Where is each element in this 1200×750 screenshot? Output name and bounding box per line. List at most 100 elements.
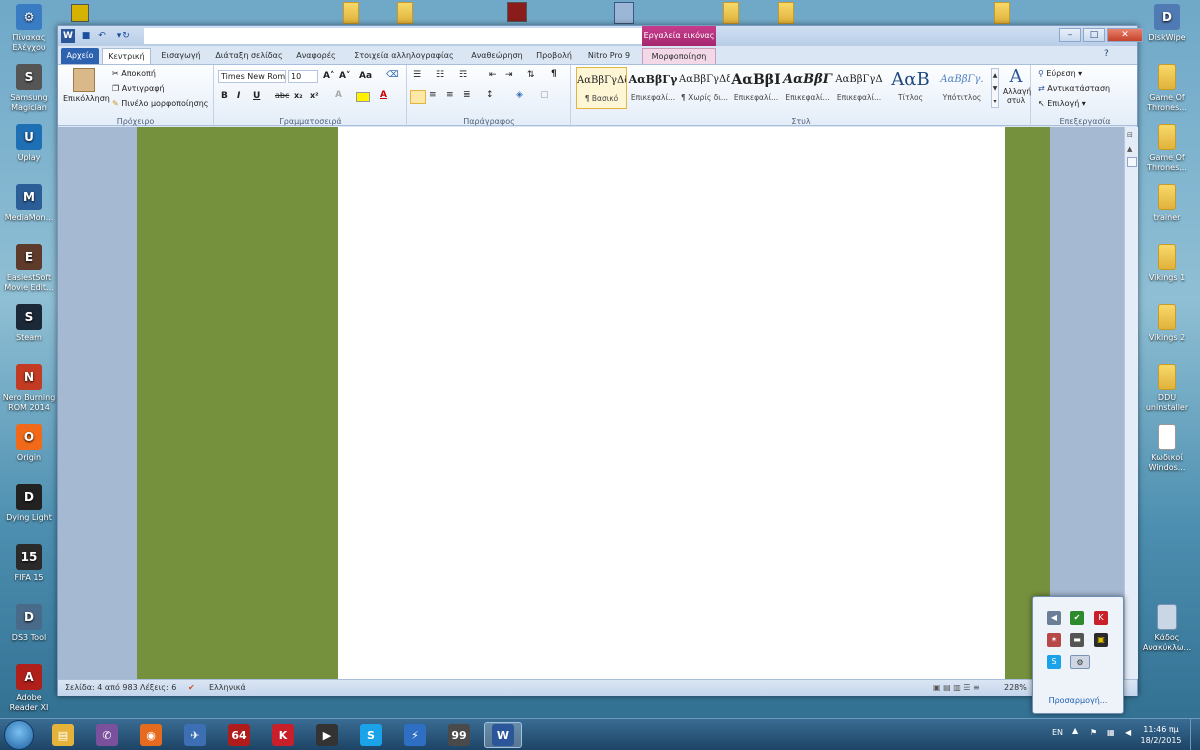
style-item-3[interactable]: ΑαΒβΙ Επικεφαλί... — [731, 67, 782, 109]
paste-button[interactable]: Επικόλληση — [63, 94, 110, 103]
word-logo-icon[interactable]: W — [61, 29, 75, 43]
close-button[interactable]: ✕ — [1107, 28, 1143, 42]
help-icon[interactable]: ? — [1104, 49, 1109, 59]
shading-icon[interactable]: ◈ — [516, 90, 523, 100]
replace-button[interactable]: ⇄ Αντικατάσταση — [1038, 84, 1110, 93]
language-indicator[interactable]: Ελληνικά — [209, 683, 246, 692]
desktop-icon-left-3[interactable]: M MediaMon... — [0, 184, 58, 223]
page-count[interactable]: Σελίδα: 4 από 983 — [65, 683, 138, 692]
taskbar-explorer[interactable]: ▤ — [44, 722, 82, 748]
customize-link[interactable]: Προσαρμογή... — [1033, 696, 1123, 705]
minimize-button[interactable]: – — [1059, 28, 1081, 42]
desktop-app-top-99[interactable] — [71, 4, 89, 22]
desktop-icon-left-7[interactable]: O Origin — [0, 424, 58, 463]
desktop-icon-right-4[interactable]: Vikings 1 — [1138, 244, 1196, 283]
select-button[interactable]: ↖ Επιλογή ▾ — [1038, 99, 1086, 108]
highlight-icon[interactable] — [356, 92, 370, 102]
scroll-thumb[interactable] — [1127, 157, 1137, 167]
undo-icon[interactable]: ↶ — [95, 29, 109, 43]
desktop-icon-right-5[interactable]: Vikings 2 — [1138, 304, 1196, 343]
sort-icon[interactable]: ⇅ — [527, 70, 535, 80]
desktop-icon-left-0[interactable]: ⚙ Πίνακας Ελέγχου — [0, 4, 58, 53]
desktop-folder-top-5[interactable] — [994, 2, 1010, 24]
style-item-2[interactable]: ΑαΒβΓγΔδ ¶ Χωρίς δι... — [679, 67, 730, 109]
decrease-indent-icon[interactable]: ⇤ — [489, 70, 497, 80]
increase-indent-icon[interactable]: ⇥ — [505, 70, 513, 80]
style-item-7[interactable]: ΑαΒβΓγ. Υπότιτλος — [937, 67, 988, 109]
change-case-button[interactable]: Aa — [359, 71, 372, 81]
tab-format[interactable]: Μορφοποίηση — [642, 48, 716, 64]
format-painter-button[interactable]: ✎ Πινέλο μορφοποίησης — [112, 99, 209, 108]
scroll-up-icon[interactable]: ▲ — [1127, 145, 1132, 153]
align-center-icon[interactable]: ≡ — [429, 90, 437, 100]
desktop-icon-right-2[interactable]: Game Of Thrones... — [1138, 124, 1196, 173]
underline-button[interactable]: U — [253, 91, 260, 101]
shrink-font-button[interactable]: A˅ — [339, 71, 350, 81]
desktop-icon-left-2[interactable]: U Uplay — [0, 124, 58, 163]
desktop-folder-top-3[interactable] — [723, 2, 739, 24]
taskbar-firefox[interactable]: ◉ — [132, 722, 170, 748]
tab-review[interactable]: Αναθεώρηση — [465, 48, 529, 64]
justify-icon[interactable]: ≣ — [463, 90, 471, 100]
taskbar-app-plane[interactable]: ✈ — [176, 722, 214, 748]
subscript-button[interactable]: x₂ — [294, 91, 303, 100]
desktop-folder-top-1[interactable] — [343, 2, 359, 24]
tab-nitro[interactable]: Nitro Pro 9 — [579, 48, 639, 64]
taskbar-monitor-app[interactable]: 99 — [440, 722, 478, 748]
taskbar-video-editor[interactable]: ▶ — [308, 722, 346, 748]
change-styles-button[interactable]: A Αλλαγή στυλ — [1003, 67, 1031, 106]
copy-button[interactable]: ❐ Αντιγραφή — [112, 84, 165, 93]
desktop-icon-left-10[interactable]: D DS3 Tool — [0, 604, 58, 643]
taskbar-kaspersky[interactable]: K — [264, 722, 302, 748]
tab-references[interactable]: Αναφορές — [290, 48, 342, 64]
taskbar-power-app[interactable]: ⚡ — [396, 722, 434, 748]
styles-scroll[interactable]: ▲ ▼ ▾ — [991, 68, 999, 108]
ruler-toggle-icon[interactable]: ⊟ — [1127, 131, 1133, 139]
bold-button[interactable]: B — [221, 91, 228, 101]
tab-file[interactable]: Αρχείο — [61, 48, 99, 64]
tab-insert[interactable]: Εισαγωγή — [154, 48, 208, 64]
desktop-icon-right-0[interactable]: D DiskWipe — [1138, 4, 1196, 43]
show-desktop-button[interactable] — [1190, 719, 1200, 750]
superscript-button[interactable]: x² — [310, 91, 319, 100]
desktop-icon-right-6[interactable]: DDU uninstaller — [1138, 364, 1196, 413]
taskbar-word[interactable]: W — [484, 722, 522, 748]
desktop-icon-left-1[interactable]: S Samsung Magician — [0, 64, 58, 113]
font-color-button[interactable]: A — [380, 90, 387, 100]
desktop-icon-left-5[interactable]: S Steam — [0, 304, 58, 343]
volume-icon[interactable]: ◀ — [1047, 611, 1061, 625]
monitor-tray-icon[interactable]: ▣ — [1094, 633, 1108, 647]
desktop-icon-left-8[interactable]: D Dying Light — [0, 484, 58, 523]
action-center-icon[interactable]: ⚑ — [1090, 728, 1097, 737]
find-button[interactable]: ⚲ Εύρεση ▾ — [1038, 69, 1082, 78]
tab-mailings[interactable]: Στοιχεία αλληλογραφίας — [345, 48, 463, 64]
taskbar-aida64[interactable]: 64 — [220, 722, 258, 748]
numbering-icon[interactable]: ☷ — [436, 70, 444, 80]
word-count[interactable]: Λέξεις: 6 — [140, 683, 176, 692]
font-size-select[interactable]: 10 — [288, 70, 318, 83]
tab-page-layout[interactable]: Διάταξη σελίδας — [211, 48, 287, 64]
align-right-icon[interactable]: ≡ — [446, 90, 454, 100]
vertical-scrollbar[interactable]: ⊟ ▲ — [1124, 127, 1138, 679]
network-icon[interactable]: ▦ — [1107, 728, 1115, 737]
clear-format-icon[interactable]: ⌫ — [386, 70, 399, 80]
grow-font-button[interactable]: A˄ — [323, 71, 334, 81]
update-icon[interactable]: ✔ — [1070, 611, 1084, 625]
tab-home[interactable]: Κεντρική — [102, 48, 151, 64]
desktop-icon-left-11[interactable]: A Adobe Reader XI — [0, 664, 58, 713]
style-item-1[interactable]: ΑαΒβΓγ Επικεφαλί... — [628, 67, 679, 109]
bullets-icon[interactable]: ☰ — [413, 70, 421, 80]
style-item-0[interactable]: ΑαΒβΓγΔδ ¶ Βασικό — [576, 67, 627, 109]
view-buttons[interactable]: ▣ ▤ ▥ ☰ ≡ — [933, 683, 980, 692]
align-left-icon[interactable] — [410, 90, 426, 104]
maximize-button[interactable]: □ — [1083, 28, 1105, 42]
taskbar-skype[interactable]: S — [352, 722, 390, 748]
desktop-icon-right-7[interactable]: Κωδικοί Windos... — [1138, 424, 1196, 473]
skype-tray-icon[interactable]: S — [1047, 655, 1061, 669]
zoom-level[interactable]: 228% — [1004, 683, 1027, 692]
borders-icon[interactable]: ▢ — [540, 90, 549, 100]
desktop-app-top-2[interactable] — [614, 2, 634, 24]
save-icon[interactable]: ■ — [79, 29, 93, 43]
multilevel-list-icon[interactable]: ☶ — [459, 70, 467, 80]
clock[interactable]: 11:46 πμ 18/2/2015 — [1138, 724, 1184, 746]
